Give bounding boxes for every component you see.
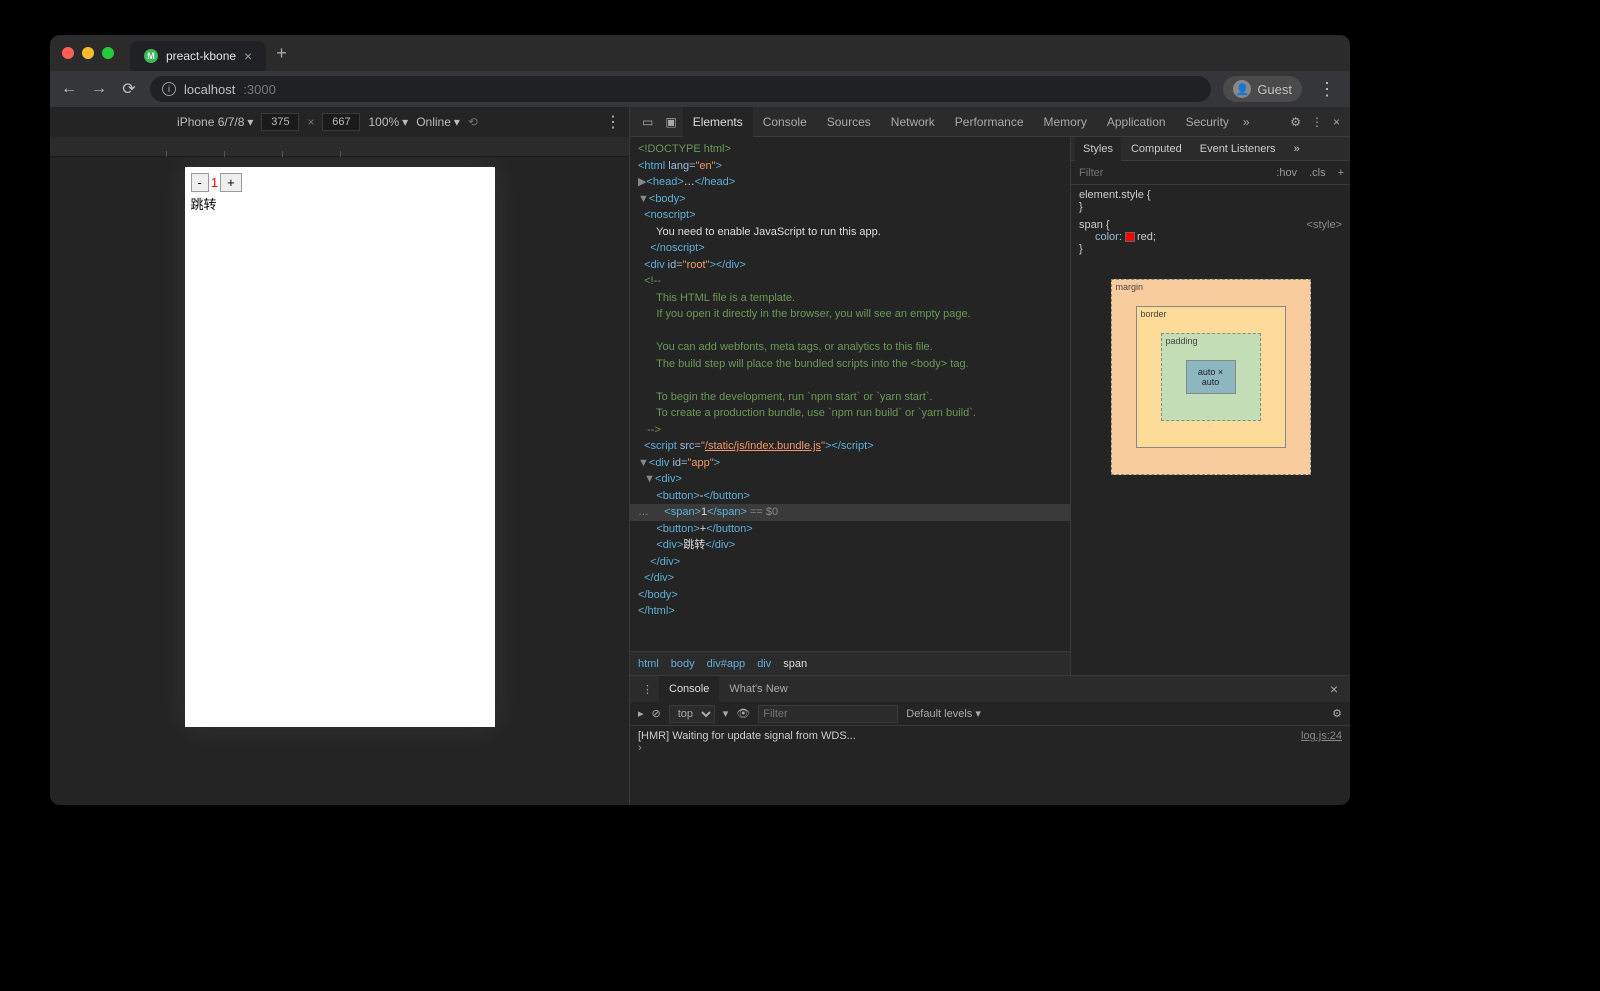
console-filter-input[interactable] xyxy=(758,705,898,723)
crumb-span[interactable]: span xyxy=(783,658,807,670)
crumb-html[interactable]: html xyxy=(638,658,659,670)
crumb-app[interactable]: div#app xyxy=(707,658,746,670)
device-toolbar: iPhone 6/7/8 ▾ × 100% ▾ Online ▾ ⟲ ⋮ xyxy=(50,107,629,137)
site-info-icon[interactable]: i xyxy=(162,82,176,96)
tab-computed[interactable]: Computed xyxy=(1123,137,1190,161)
device-viewport: -1+ 跳转 xyxy=(50,157,629,805)
titlebar: M preact-kbone × + xyxy=(50,35,1350,71)
clear-console-button[interactable]: ⊘ xyxy=(652,707,661,720)
minimize-window-button[interactable] xyxy=(82,47,94,59)
browser-window: M preact-kbone × + ← → ⟳ i localhost :300… xyxy=(50,35,1350,805)
close-tab-button[interactable]: × xyxy=(244,48,252,64)
maximize-window-button[interactable] xyxy=(102,47,114,59)
dom-breadcrumb: html body div#app div span xyxy=(630,651,1070,675)
live-expression-button[interactable]: 👁 xyxy=(736,707,750,720)
device-toggle-button[interactable]: ▣ xyxy=(659,115,682,129)
browser-menu-button[interactable]: ⋮ xyxy=(1314,79,1340,100)
settings-button[interactable]: ⚙ xyxy=(1290,115,1301,129)
back-button[interactable]: ← xyxy=(60,80,78,98)
devtools-close-button[interactable]: × xyxy=(1333,115,1340,129)
counter-value: 1 xyxy=(211,175,218,190)
box-model: margin- border- padding- auto × auto - -… xyxy=(1111,279,1311,475)
tab-event-listeners[interactable]: Event Listeners xyxy=(1192,137,1284,161)
device-selector[interactable]: iPhone 6/7/8 ▾ xyxy=(177,115,253,129)
console-drawer: ⋮ Console What's New × ▸ ⊘ top ▾ 👁 Defau… xyxy=(630,675,1350,805)
devtools-panel: ▭ ▣ Elements Console Sources Network Per… xyxy=(630,107,1350,805)
traffic-lights xyxy=(62,47,114,59)
device-menu-button[interactable]: ⋮ xyxy=(605,112,621,132)
styles-rules[interactable]: element.style { } span {<style> color: r… xyxy=(1071,185,1350,259)
styles-pane: Styles Computed Event Listeners » :hov .… xyxy=(1070,137,1350,675)
url-host: localhost xyxy=(184,82,235,97)
tab-sources[interactable]: Sources xyxy=(817,107,881,137)
drawer-close-button[interactable]: × xyxy=(1324,681,1344,697)
drawer-tab-console[interactable]: Console xyxy=(659,676,719,702)
elements-pane: <!DOCTYPE html> <html lang="en"> ▶<head>… xyxy=(630,137,1070,675)
crumb-div[interactable]: div xyxy=(757,658,771,670)
tab-security[interactable]: Security xyxy=(1176,107,1239,137)
url-bar[interactable]: i localhost :3000 xyxy=(150,76,1211,102)
height-input[interactable] xyxy=(322,113,360,131)
log-levels-selector[interactable]: Default levels ▾ xyxy=(906,707,981,720)
app-content: -1+ 跳转 xyxy=(185,167,495,219)
decrement-button[interactable]: - xyxy=(191,173,209,192)
new-tab-button[interactable]: + xyxy=(276,43,287,64)
favicon-icon: M xyxy=(144,49,158,63)
devtools-body: <!DOCTYPE html> <html lang="en"> ▶<head>… xyxy=(630,137,1350,675)
browser-toolbar: ← → ⟳ i localhost :3000 👤 Guest ⋮ xyxy=(50,71,1350,107)
profile-label: Guest xyxy=(1257,82,1292,97)
browser-tab[interactable]: M preact-kbone × xyxy=(130,41,266,71)
color-swatch[interactable] xyxy=(1125,232,1135,242)
tabs-overflow-button[interactable]: » xyxy=(1243,115,1250,129)
console-output[interactable]: [HMR] Waiting for update signal from WDS… xyxy=(630,726,1350,805)
ruler xyxy=(50,137,629,157)
add-rule-button[interactable]: + xyxy=(1332,167,1350,179)
tab-network[interactable]: Network xyxy=(881,107,945,137)
increment-button[interactable]: + xyxy=(220,173,242,192)
styles-filter-row: :hov .cls + xyxy=(1071,161,1350,185)
console-settings-button[interactable]: ⚙ xyxy=(1332,707,1342,720)
drawer-menu-button[interactable]: ⋮ xyxy=(636,683,659,696)
counter-row: -1+ xyxy=(191,173,489,192)
styles-overflow-button[interactable]: » xyxy=(1286,137,1308,161)
close-window-button[interactable] xyxy=(62,47,74,59)
tab-styles[interactable]: Styles xyxy=(1075,137,1121,161)
dom-tree[interactable]: <!DOCTYPE html> <html lang="en"> ▶<head>… xyxy=(630,137,1070,651)
dim-separator: × xyxy=(307,115,314,129)
context-selector[interactable]: top xyxy=(669,705,715,723)
console-sidebar-button[interactable]: ▸ xyxy=(638,707,644,720)
styles-tabs: Styles Computed Event Listeners » xyxy=(1071,137,1350,161)
width-input[interactable] xyxy=(261,113,299,131)
tab-elements[interactable]: Elements xyxy=(683,107,753,137)
styles-filter-input[interactable] xyxy=(1071,167,1270,179)
url-port: :3000 xyxy=(243,82,276,97)
tab-application[interactable]: Application xyxy=(1097,107,1176,137)
forward-button[interactable]: → xyxy=(90,80,108,98)
console-toolbar: ▸ ⊘ top ▾ 👁 Default levels ▾ ⚙ xyxy=(630,702,1350,726)
device-frame: -1+ 跳转 xyxy=(185,167,495,727)
cls-toggle[interactable]: .cls xyxy=(1303,167,1332,179)
avatar-icon: 👤 xyxy=(1233,80,1251,98)
crumb-body[interactable]: body xyxy=(671,658,695,670)
devtools-tabs: ▭ ▣ Elements Console Sources Network Per… xyxy=(630,107,1350,137)
tab-performance[interactable]: Performance xyxy=(945,107,1034,137)
throttle-selector[interactable]: Online ▾ xyxy=(416,115,460,129)
console-drawer-tabs: ⋮ Console What's New × xyxy=(630,676,1350,702)
reload-button[interactable]: ⟳ xyxy=(120,79,138,99)
hov-toggle[interactable]: :hov xyxy=(1270,167,1303,179)
tab-console[interactable]: Console xyxy=(753,107,817,137)
zoom-selector[interactable]: 100% ▾ xyxy=(368,115,408,129)
drawer-tab-whatsnew[interactable]: What's New xyxy=(719,676,797,702)
tab-title: preact-kbone xyxy=(166,49,236,63)
device-panel: iPhone 6/7/8 ▾ × 100% ▾ Online ▾ ⟲ ⋮ -1+ xyxy=(50,107,630,805)
content-area: iPhone 6/7/8 ▾ × 100% ▾ Online ▾ ⟲ ⋮ -1+ xyxy=(50,107,1350,805)
devtools-menu-button[interactable]: ⋮ xyxy=(1311,115,1323,129)
tab-memory[interactable]: Memory xyxy=(1034,107,1097,137)
nav-link[interactable]: 跳转 xyxy=(191,194,489,213)
rotate-button[interactable]: ⟲ xyxy=(468,115,478,129)
profile-button[interactable]: 👤 Guest xyxy=(1223,76,1302,102)
inspect-element-button[interactable]: ▭ xyxy=(636,115,659,129)
